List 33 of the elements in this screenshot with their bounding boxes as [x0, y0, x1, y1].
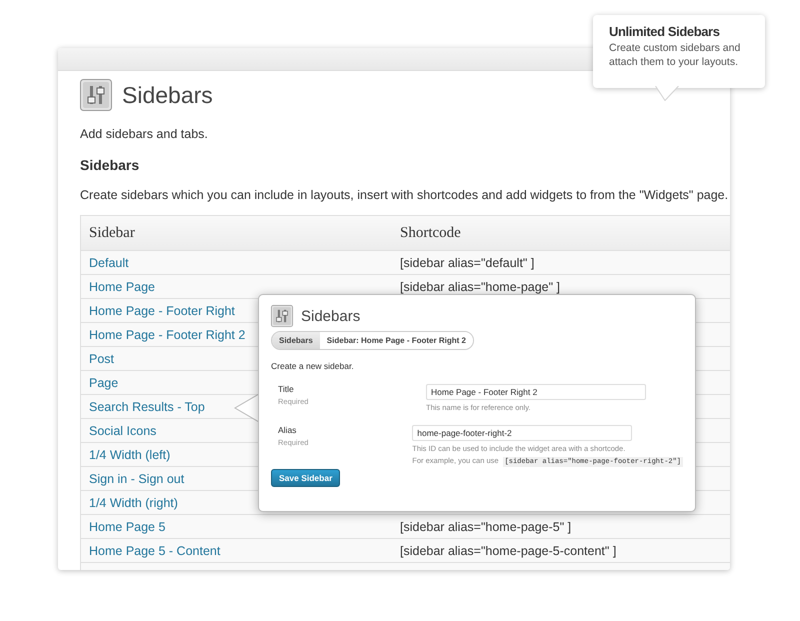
sidebar-link[interactable]: Home Page 5 - Content: [89, 544, 220, 558]
sidebar-link[interactable]: Social Icons: [89, 424, 156, 438]
sidebar-link[interactable]: Home Page - Footer Right 2: [89, 328, 246, 342]
shortcode-text: [sidebar alias="default" ]: [400, 256, 534, 270]
sidebar-link[interactable]: 1/4 Width (right): [89, 496, 178, 510]
sidebar-link[interactable]: Home Page - Footer Right: [89, 304, 235, 318]
sidebar-link[interactable]: Page: [89, 376, 118, 390]
callout-title: Unlimited Sidebars: [609, 24, 721, 39]
callout-text: Create custom sidebars and attach them to your layouts.: [609, 42, 742, 70]
shortcode-text: [sidebar alias="home-page-5-content" ]: [400, 544, 616, 558]
dialog-title: Sidebars: [301, 308, 360, 324]
sidebar-link[interactable]: Home Page: [89, 280, 156, 294]
sidebar-link[interactable]: Post: [89, 352, 114, 366]
input-field[interactable]: Home Page - Footer Right 2: [426, 384, 646, 400]
sidebar-link[interactable]: Home Page 5: [89, 520, 166, 534]
breadcrumb-tab[interactable]: Sidebars: [272, 332, 320, 349]
field-label: Title: [278, 384, 295, 394]
input-field[interactable]: home-page-footer-right-2: [412, 425, 632, 441]
section-heading: Sidebars: [80, 157, 140, 173]
save-button[interactable]: Save Sidebar: [271, 469, 340, 487]
sliders-icon: [271, 305, 293, 327]
dialog-intro: Create a new sidebar.: [271, 361, 355, 371]
sidebar-link[interactable]: 1/4 Width (left): [89, 448, 170, 462]
shortcode-text: [sidebar alias="home-page-5" ]: [400, 520, 572, 534]
section-description: Create sidebars which you can include in layouts, insert with shortcodes and add widgets to from the "Widgets" page.: [80, 188, 730, 202]
field-label: Alias: [278, 425, 298, 435]
intro-text: Add sidebars and tabs.: [80, 127, 209, 141]
page-title: Sidebars: [122, 82, 213, 108]
sidebar-link[interactable]: Default: [89, 256, 129, 270]
sidebar-link[interactable]: Search Results - Top: [89, 400, 205, 414]
sliders-icon: [80, 79, 112, 111]
shortcode-text: [sidebar alias="home-page" ]: [400, 280, 560, 294]
sidebar-link[interactable]: Sign in - Sign out: [89, 472, 184, 486]
